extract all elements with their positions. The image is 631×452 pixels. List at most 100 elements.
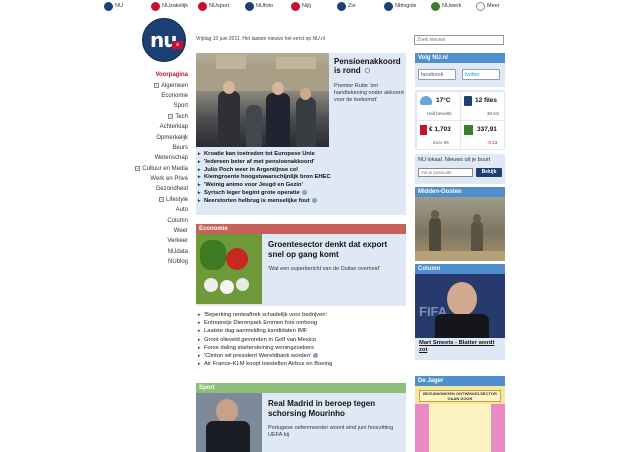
- nav-item-beurs[interactable]: Beurs: [118, 143, 188, 153]
- sport-photo[interactable]: [196, 393, 262, 452]
- nav-item-lifestyle[interactable]: + Lifestyle: [118, 195, 188, 205]
- section-header-midden-oosten[interactable]: Midden-Oosten: [415, 187, 505, 197]
- economie-photo[interactable]: [196, 234, 262, 304]
- twitter-button[interactable]: twitter: [462, 69, 500, 80]
- nav-item-cultuur-en-media[interactable]: + Cultuur en Media: [118, 164, 188, 174]
- nu-icon: [104, 1, 113, 11]
- midden-oosten-photo[interactable]: [415, 197, 505, 261]
- nav-item-economie[interactable]: Economie: [118, 91, 188, 101]
- photo-person: [296, 97, 316, 147]
- economie-intro: 'Wat een superbericht van de Duitse over…: [268, 266, 380, 272]
- nav-item-label: NUdata: [167, 248, 188, 255]
- de-jager-cartoon[interactable]: BEZUINIGINGEN ONTWIKKELSECTOR GAAN DOOR: [415, 386, 505, 452]
- video-icon: [301, 189, 307, 195]
- list-item[interactable]: Laatste dag aanmelding kandidaten IMF: [198, 327, 406, 335]
- bekijk-button[interactable]: Bekijk: [476, 168, 502, 177]
- list-item-text: Kroatie kan toetreden tot Europese Unie: [204, 151, 315, 157]
- network-link-zie[interactable]: Zie: [337, 1, 356, 11]
- list-item[interactable]: 'Beperking renteaftrek schadelijk voor b…: [198, 311, 406, 319]
- economie-title[interactable]: Groentesector denkt dat export snel op g…: [268, 240, 403, 260]
- nav-item-nublog[interactable]: NUblog: [118, 257, 188, 267]
- list-item[interactable]: Syrisch leger begint grote operatie: [198, 189, 403, 198]
- section-header-column[interactable]: Column: [415, 264, 505, 274]
- local-news-text: NU lokaal. Nieuws uit je buurt: [418, 157, 491, 163]
- list-item[interactable]: Groot olieveld gevonden in Golf van Mexi…: [198, 336, 406, 344]
- weather-widget[interactable]: 17°C Half bewolkt: [417, 92, 460, 120]
- search-input[interactable]: [414, 35, 504, 45]
- list-item[interactable]: Entrepreijs Dierenpark Emmen fors omhoog: [198, 319, 406, 327]
- headline-block: Pensioenakkoord is rond Premier Rutte 'z…: [196, 53, 406, 215]
- section-header-sport[interactable]: Sport: [196, 383, 406, 393]
- list-item[interactable]: Kroatie kan toetreden tot Europese Unie: [198, 151, 403, 159]
- nav-item-tech[interactable]: + Tech: [118, 112, 188, 122]
- facebook-button[interactable]: facebook: [418, 69, 456, 80]
- date-bar: Vrijdag 10 juni 2011. Het laatste nieuws…: [196, 36, 325, 42]
- headline-photo[interactable]: [196, 53, 329, 147]
- photo-head: [431, 210, 439, 219]
- video-icon: [313, 352, 319, 358]
- nav-item-voorpagina[interactable]: Voorpagina: [118, 70, 188, 80]
- nav-item-achterklap[interactable]: Achterklap: [118, 122, 188, 132]
- list-item[interactable]: 'Weinig animo voor Jeugd en Gezin': [198, 182, 403, 190]
- network-link-nu[interactable]: NU: [104, 1, 123, 11]
- network-link-meer[interactable]: Meer: [476, 1, 500, 11]
- fuel-widget[interactable]: € 1,703 Euro 95: [417, 121, 460, 149]
- nav-item-nudata[interactable]: NUdata: [118, 247, 188, 257]
- list-item[interactable]: 'Iedereen beter af met pensioenakkoord': [198, 159, 403, 167]
- nu-logo[interactable]: nu nl: [142, 18, 186, 62]
- network-link-nijij[interactable]: Nijij: [291, 1, 311, 11]
- list-item[interactable]: Forse daling startersleining woningzoeke…: [198, 344, 406, 352]
- nav-item-auto[interactable]: Auto: [118, 205, 188, 215]
- section-header-economie[interactable]: Economie: [196, 224, 406, 234]
- nav-item-label: Tech: [175, 113, 188, 120]
- nav-item-algemeen[interactable]: + Algemeen: [118, 80, 188, 90]
- fuel-type: Euro 95: [433, 140, 449, 145]
- nav-item-gezondheid[interactable]: Gezondheid: [118, 184, 188, 194]
- nav-item-sport[interactable]: Sport: [118, 101, 188, 111]
- traffic-km: 30 km: [487, 111, 500, 116]
- column-link[interactable]: Mart Smeets - Blatter wordt zot: [419, 340, 504, 354]
- list-item[interactable]: Air France-KLM koopt toestellen Airbus e…: [198, 360, 406, 368]
- nav-item-opmerkelijk[interactable]: Opmerkelijk: [118, 132, 188, 142]
- nav-item-label: Auto: [175, 207, 188, 214]
- photo-soldier: [471, 221, 483, 253]
- network-link-nusport[interactable]: NUsport: [198, 1, 229, 11]
- nuzakelijk-icon: [151, 1, 160, 11]
- tvgids-icon: [384, 1, 393, 11]
- list-item[interactable]: Kiemgroente hoogstwaarschijnlijk bron EH…: [198, 174, 403, 182]
- list-item[interactable]: 'Clinton wil president Wereldbank worden…: [198, 352, 406, 360]
- list-item-text: 'Beperking renteaftrek schadelijk voor b…: [204, 312, 327, 318]
- cartoon-stage: [429, 404, 491, 452]
- list-item[interactable]: Julio Poch weer in Argentijnse cel: [198, 167, 403, 175]
- photo-soldier: [429, 217, 441, 251]
- network-link-tvgids[interactable]: Nbtvgids: [384, 1, 416, 11]
- info-widgets: 17°C Half bewolkt 12 files 30 km € 1,703…: [415, 90, 505, 150]
- nav-item-column[interactable]: Column: [118, 215, 188, 225]
- traffic-widget[interactable]: 12 files 30 km: [461, 92, 504, 120]
- sport-block: Real Madrid in beroep tegen schorsing Mo…: [196, 393, 406, 452]
- expand-plus-icon[interactable]: +: [168, 114, 174, 120]
- network-link-nuwerk[interactable]: NUwerk: [431, 1, 462, 11]
- aex-widget[interactable]: 337,91 -0,13: [461, 121, 504, 149]
- network-link-nufoto[interactable]: NUfoto: [245, 1, 273, 11]
- column-photo[interactable]: FIFA: [415, 274, 505, 338]
- nav-item-weer[interactable]: Weer: [118, 226, 188, 236]
- headline-list: Kroatie kan toetreden tot Europese Unie …: [198, 151, 403, 206]
- headline-title[interactable]: Pensioenakkoord is rond: [334, 57, 404, 75]
- section-header-volg: Volg NU.nl: [415, 53, 505, 63]
- nav-item-verkeer[interactable]: Verkeer: [118, 236, 188, 246]
- expand-plus-icon[interactable]: +: [135, 166, 141, 172]
- expand-plus-icon[interactable]: +: [153, 83, 159, 89]
- section-header-de-jager[interactable]: De Jager: [415, 376, 505, 386]
- postcode-input[interactable]: [418, 168, 473, 177]
- aex-change: -0,13: [487, 140, 498, 145]
- twitter-label: twitter: [465, 72, 480, 78]
- network-link-label: Nijij: [302, 3, 311, 9]
- sport-title[interactable]: Real Madrid in beroep tegen schorsing Mo…: [268, 399, 403, 419]
- network-link-nuzakelijk[interactable]: NUzakelijk: [151, 1, 188, 11]
- list-item-text: Julio Poch weer in Argentijnse cel: [204, 166, 298, 173]
- expand-plus-icon[interactable]: +: [158, 197, 164, 203]
- nav-item-wetenschap[interactable]: Wetenschap: [118, 153, 188, 163]
- nav-item-werk-en-prive[interactable]: Werk en Privé: [118, 174, 188, 184]
- list-item[interactable]: Neerstorten helbrug is menselijke fout: [198, 197, 403, 206]
